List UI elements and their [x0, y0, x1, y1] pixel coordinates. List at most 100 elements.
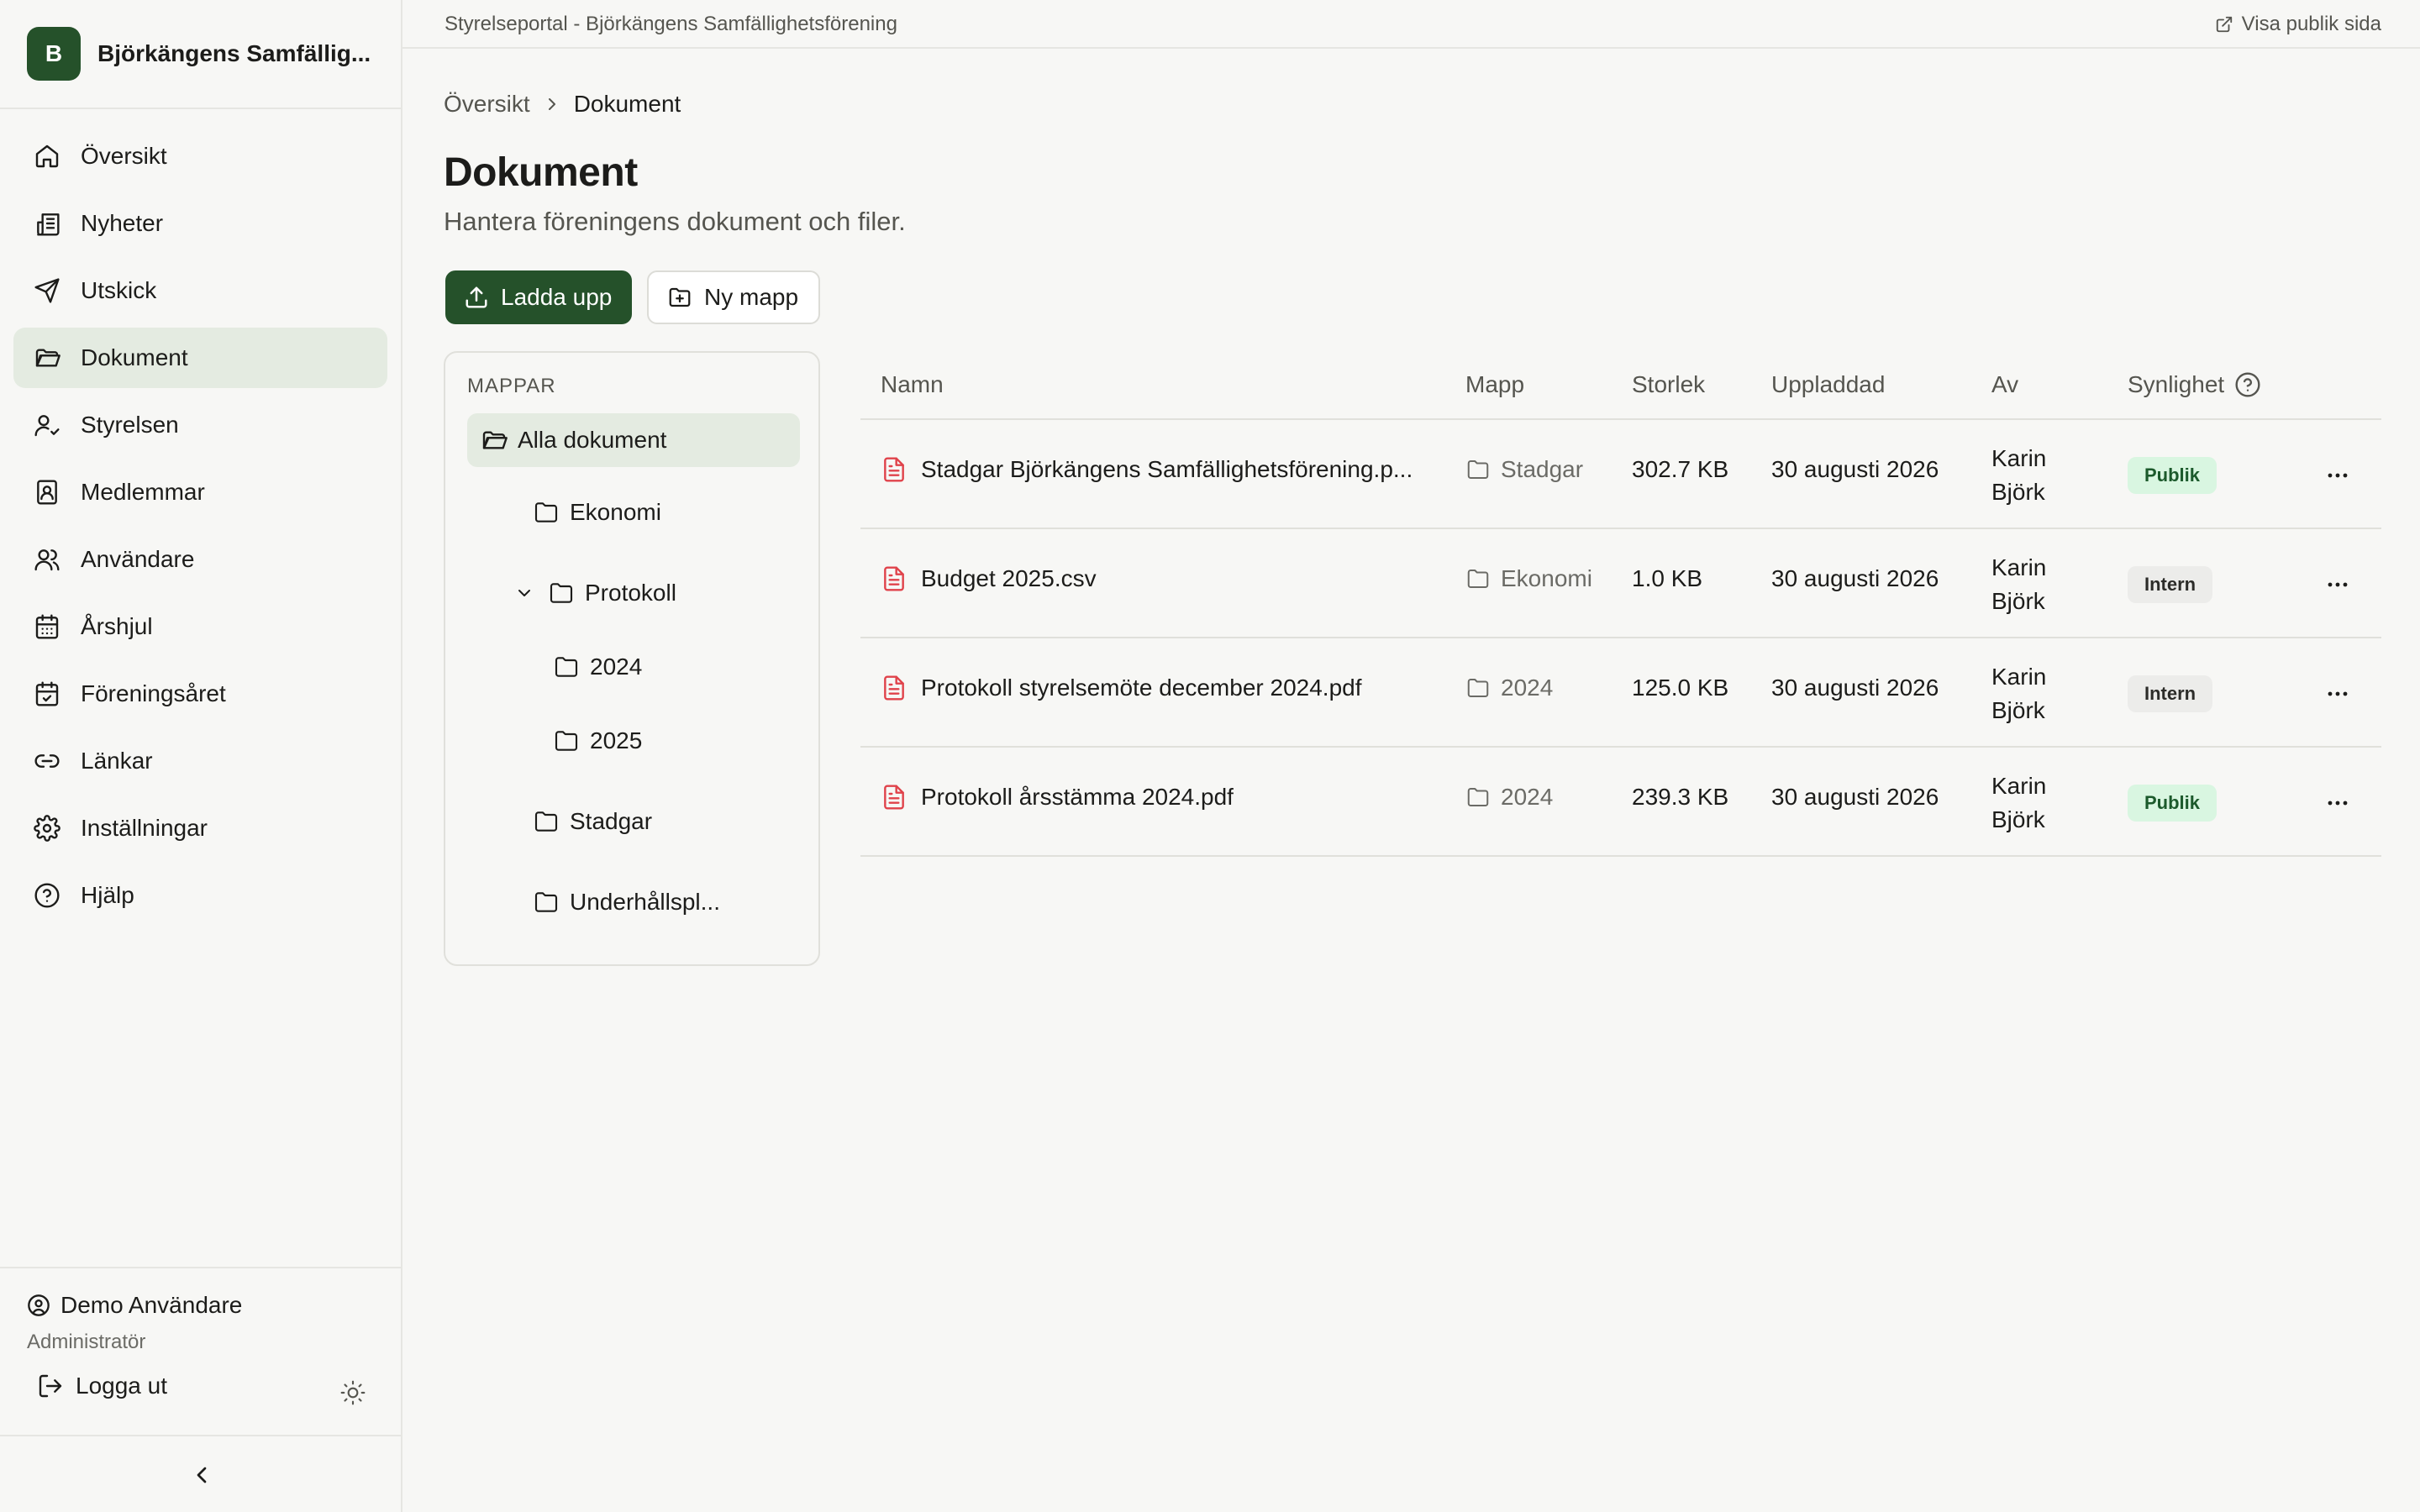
folder-ekonomi[interactable]: Ekonomi [533, 486, 661, 539]
sidebar-item-label: Nyheter [81, 210, 164, 236]
breadcrumb-oversikt[interactable]: Översikt [444, 91, 530, 118]
page-subtitle: Hantera föreningens dokument och filer. [444, 207, 906, 236]
table-row[interactable]: Protokoll styrelsemöte december 2024.pdf… [860, 638, 2381, 748]
sidebar-item-hjalp[interactable]: Hjälp [13, 865, 387, 926]
gear-icon [34, 815, 60, 842]
file-name-cell[interactable]: Budget 2025.csv [881, 565, 1097, 592]
visibility-badge: Publik [2128, 457, 2217, 494]
file-name: Protokoll styrelsemöte december 2024.pdf [921, 675, 1362, 701]
column-header-by[interactable]: Av [1991, 371, 2018, 398]
file-name-cell[interactable]: Protokoll styrelsemöte december 2024.pdf [881, 675, 1362, 701]
uploader-last-name: Björk [1991, 588, 2045, 614]
column-header-name[interactable]: Namn [881, 371, 944, 398]
folder-icon [550, 583, 573, 603]
file-folder-cell: 2024 [1465, 675, 1553, 701]
file-folder-cell: Ekonomi [1465, 565, 1592, 592]
folder-label: Ekonomi [570, 499, 661, 525]
folder-stadgar[interactable]: Stadgar [533, 795, 652, 848]
column-header-uploaded[interactable]: Uppladdad [1771, 371, 1885, 398]
folder-open-icon [35, 349, 60, 367]
file-size: 125.0 KB [1632, 675, 1729, 701]
visibility-header-label: Synlighet [2128, 371, 2225, 397]
topbar: Styrelseportal - Björkängens Samfällighe… [402, 0, 2420, 49]
collapse-sidebar-icon[interactable] [188, 1462, 215, 1488]
brand[interactable]: B Björkängens Samfällig... [0, 0, 401, 109]
user-circle-icon [28, 1294, 50, 1316]
sidebar-nav: Översikt Nyheter Utskick Dokument Styrel… [13, 126, 387, 932]
folder-icon [555, 731, 578, 751]
newspaper-icon [37, 213, 60, 236]
file-name-cell[interactable]: Stadgar Björkängens Samfällighetsförenin… [881, 456, 1413, 483]
user-name-text: Demo Användare [60, 1292, 243, 1318]
sidebar-item-oversikt[interactable]: Översikt [13, 126, 387, 186]
sidebar-item-label: Styrelsen [81, 412, 179, 438]
file-uploader: Karin Björk [1991, 551, 2075, 618]
sidebar-item-label: Länkar [81, 748, 153, 774]
table-row[interactable]: Budget 2025.csv Ekonomi 1.0 KB 30 august… [860, 529, 2381, 638]
column-header-size[interactable]: Storlek [1632, 371, 1705, 398]
home-icon [35, 144, 59, 168]
chevron-down-icon[interactable] [514, 583, 534, 603]
sidebar-item-installningar[interactable]: Inställningar [13, 798, 387, 858]
chevron-right-icon [548, 98, 555, 110]
folder-label: 2025 [590, 727, 643, 753]
new-folder-button[interactable]: Ny mapp [647, 270, 820, 324]
public-site-link[interactable]: Visa publik sida [2215, 13, 2381, 36]
file-name-cell[interactable]: Protokoll årsstämma 2024.pdf [881, 784, 1234, 811]
calendar-check-icon [35, 681, 59, 706]
more-options-icon[interactable] [2323, 570, 2353, 600]
upload-label: Ladda upp [501, 284, 613, 310]
page-title: Dokument [444, 150, 638, 195]
table-row[interactable]: Protokoll årsstämma 2024.pdf 2024 239.3 … [860, 748, 2381, 857]
sidebar-item-styrelsen[interactable]: Styrelsen [13, 395, 387, 455]
contact-book-icon [37, 480, 57, 505]
folder-label: Stadgar [570, 808, 653, 834]
folder-label: Underhållspl... [570, 889, 720, 915]
sidebar-item-label: Inställningar [81, 815, 208, 841]
file-folder-cell: 2024 [1465, 784, 1553, 811]
folder-open-icon [482, 431, 508, 449]
file-uploaded-date: 30 augusti 2026 [1771, 565, 1939, 591]
file-uploaded-date: 30 augusti 2026 [1771, 784, 1939, 810]
sidebar-item-utskick[interactable]: Utskick [13, 260, 387, 321]
public-link-label: Visa publik sida [2241, 13, 2381, 35]
folder-2025[interactable]: 2025 [553, 714, 642, 768]
file-uploaded-date: 30 augusti 2026 [1771, 675, 1939, 701]
sidebar-item-arshjul[interactable]: Årshjul [13, 596, 387, 657]
file-text-icon [884, 457, 904, 482]
sidebar-item-label: Användare [81, 546, 195, 572]
folder-2024[interactable]: 2024 [553, 640, 642, 694]
more-options-icon[interactable] [2323, 460, 2353, 491]
sidebar-item-dokument[interactable]: Dokument [13, 328, 387, 388]
sidebar-item-lankar[interactable]: Länkar [13, 731, 387, 791]
more-options-icon[interactable] [2323, 788, 2353, 818]
logout-button[interactable]: Logga ut [37, 1373, 167, 1399]
upload-button[interactable]: Ladda upp [445, 270, 632, 324]
folder-label: Protokoll [585, 580, 676, 606]
sidebar-item-medlemmar[interactable]: Medlemmar [13, 462, 387, 522]
users-icon [34, 549, 60, 571]
sidebar-item-label: Dokument [81, 344, 188, 370]
uploader-last-name: Björk [1991, 806, 2045, 832]
new-folder-label: Ny mapp [704, 284, 799, 310]
folder-all-documents[interactable]: Alla dokument [467, 413, 800, 467]
sidebar-item-nyheter[interactable]: Nyheter [13, 193, 387, 254]
folder-icon [534, 811, 558, 832]
table-row[interactable]: Stadgar Björkängens Samfällighetsförenin… [860, 420, 2381, 529]
sidebar-item-label: Översikt [81, 143, 167, 169]
more-options-icon[interactable] [2323, 679, 2353, 709]
folder-icon [1467, 570, 1489, 588]
folder-underhallsplan[interactable]: Underhållspl... [533, 875, 720, 929]
sidebar-item-anvandare[interactable]: Användare [13, 529, 387, 590]
file-uploader: Karin Björk [1991, 769, 2075, 837]
file-name: Protokoll årsstämma 2024.pdf [921, 784, 1234, 810]
folder-protokoll[interactable]: Protokoll [514, 566, 676, 620]
brand-name: Björkängens Samfällig... [97, 40, 371, 66]
sidebar-item-foreningsaret[interactable]: Föreningsåret [13, 664, 387, 724]
file-text-icon [884, 566, 904, 591]
column-header-visibility: Synlighet [2128, 371, 2261, 398]
column-header-folder[interactable]: Mapp [1465, 371, 1524, 398]
brand-logo: B [27, 27, 81, 81]
help-circle-icon[interactable] [2234, 371, 2261, 398]
sun-icon[interactable] [339, 1379, 366, 1406]
